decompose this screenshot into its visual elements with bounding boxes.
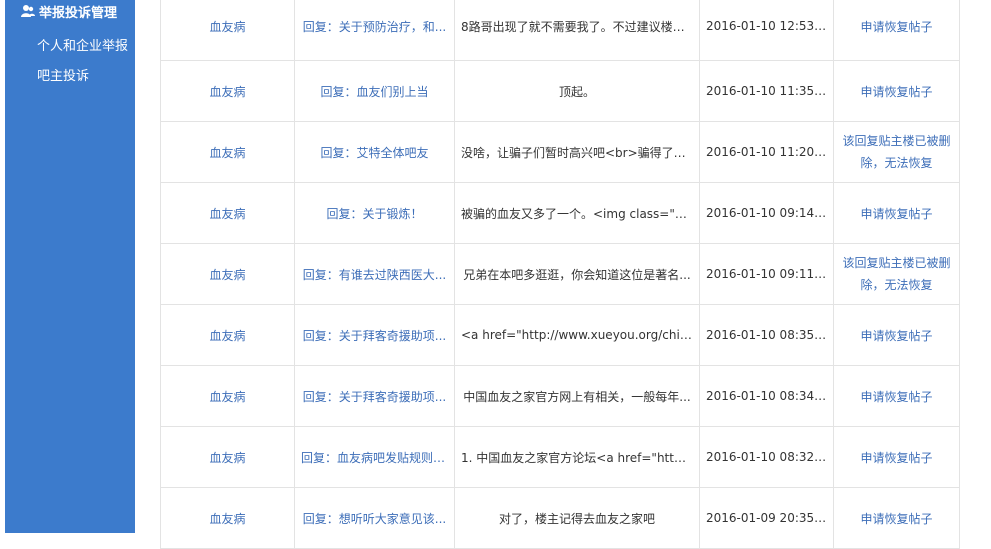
sidebar: 举报投诉管理 个人和企业举报 吧主投诉 — [5, 0, 135, 533]
post-time: 2016-01-10 09:11:38 — [699, 243, 834, 305]
post-title-link[interactable]: 回复：想听听大家意见该... — [294, 487, 455, 549]
sidebar-item-personal-enterprise-report[interactable]: 个人和企业举报 — [37, 35, 128, 54]
restore-post-link[interactable]: 申请恢复帖子 — [833, 365, 960, 427]
post-title-link[interactable]: 回复：血友们别上当 — [294, 60, 455, 122]
forum-link[interactable]: 血友病 — [160, 487, 295, 549]
post-time: 2016-01-09 20:35:20 — [699, 487, 834, 549]
restore-post-link[interactable]: 申请恢复帖子 — [833, 487, 960, 549]
table-row: 血友病 回复：关于拜客奇援助项... <a href="http://www.x… — [160, 304, 960, 366]
table-row: 血友病 回复：艾特全体吧友 没啥，让骗子们暂时高兴吧<br>骗得了一... 20… — [160, 121, 960, 183]
post-time: 2016-01-10 09:14:50 — [699, 182, 834, 244]
restore-unavailable-note: 该回复贴主楼已被删除，无法恢复 — [833, 121, 960, 183]
post-content: 8路哥出现了就不需要我了。不过建议楼主... — [454, 0, 700, 61]
post-time: 2016-01-10 11:35:04 — [699, 60, 834, 122]
restore-post-link[interactable]: 申请恢复帖子 — [833, 304, 960, 366]
restore-post-link[interactable]: 申请恢复帖子 — [833, 60, 960, 122]
post-title-link[interactable]: 回复：有谁去过陕西医大... — [294, 243, 455, 305]
restore-post-link[interactable]: 申请恢复帖子 — [833, 0, 960, 61]
post-title-link[interactable]: 回复：关于预防治疗，和... — [294, 0, 455, 61]
table-row: 血友病 回复：想听听大家意见该... 对了，楼主记得去血友之家吧 2016-01… — [160, 487, 960, 549]
sidebar-header-label: 举报投诉管理 — [39, 5, 118, 21]
post-time: 2016-01-10 08:35:01 — [699, 304, 834, 366]
table-row: 血友病 回复：关于拜客奇援助项... 中国血友之家官方网上有相关，一般每年...… — [160, 365, 960, 427]
forum-link[interactable]: 血友病 — [160, 60, 295, 122]
user-icon — [21, 4, 35, 18]
post-content: <a href="http://www.xueyou.org/china/go.… — [454, 304, 700, 366]
restore-unavailable-note: 该回复贴主楼已被删除，无法恢复 — [833, 243, 960, 305]
forum-link[interactable]: 血友病 — [160, 121, 295, 183]
forum-link[interactable]: 血友病 — [160, 0, 295, 61]
post-content: 1. 中国血友之家官方论坛<a href="http://w... — [454, 426, 700, 488]
table-row: 血友病 回复：血友病吧发贴规则(... 1. 中国血友之家官方论坛<a href… — [160, 426, 960, 488]
forum-link[interactable]: 血友病 — [160, 426, 295, 488]
restore-post-link[interactable]: 申请恢复帖子 — [833, 426, 960, 488]
forum-link[interactable]: 血友病 — [160, 365, 295, 427]
post-table: 血友病 回复：关于预防治疗，和... 8路哥出现了就不需要我了。不过建议楼主..… — [160, 0, 960, 549]
post-title-link[interactable]: 回复：血友病吧发贴规则(... — [294, 426, 455, 488]
post-content: 中国血友之家官方网上有相关，一般每年... — [454, 365, 700, 427]
table-row: 血友病 回复：关于预防治疗，和... 8路哥出现了就不需要我了。不过建议楼主..… — [160, 0, 960, 61]
post-time: 2016-01-10 12:53:53 — [699, 0, 834, 61]
post-content: 顶起。 — [454, 60, 700, 122]
post-title-link[interactable]: 回复：艾特全体吧友 — [294, 121, 455, 183]
forum-link[interactable]: 血友病 — [160, 243, 295, 305]
post-title-link[interactable]: 回复：关于拜客奇援助项... — [294, 304, 455, 366]
sidebar-item-forum-owner-complaint[interactable]: 吧主投诉 — [37, 65, 89, 84]
post-time: 2016-01-10 08:32:27 — [699, 426, 834, 488]
post-content: 被骗的血友又多了一个。<img class="BD... — [454, 182, 700, 244]
forum-link[interactable]: 血友病 — [160, 304, 295, 366]
forum-link[interactable]: 血友病 — [160, 182, 295, 244]
table-row: 血友病 回复：血友们别上当 顶起。 2016-01-10 11:35:04 申请… — [160, 60, 960, 122]
post-time: 2016-01-10 08:34:41 — [699, 365, 834, 427]
table-row: 血友病 回复：关于锻炼！ 被骗的血友又多了一个。<img class="BD..… — [160, 182, 960, 244]
post-title-link[interactable]: 回复：关于锻炼！ — [294, 182, 455, 244]
sidebar-header[interactable]: 举报投诉管理 — [21, 2, 118, 21]
post-content: 没啥，让骗子们暂时高兴吧<br>骗得了一... — [454, 121, 700, 183]
post-content: 兄弟在本吧多逛逛，你会知道这位是著名... — [454, 243, 700, 305]
post-content: 对了，楼主记得去血友之家吧 — [454, 487, 700, 549]
restore-post-link[interactable]: 申请恢复帖子 — [833, 182, 960, 244]
post-time: 2016-01-10 11:20:57 — [699, 121, 834, 183]
table-row: 血友病 回复：有谁去过陕西医大... 兄弟在本吧多逛逛，你会知道这位是著名...… — [160, 243, 960, 305]
post-title-link[interactable]: 回复：关于拜客奇援助项... — [294, 365, 455, 427]
